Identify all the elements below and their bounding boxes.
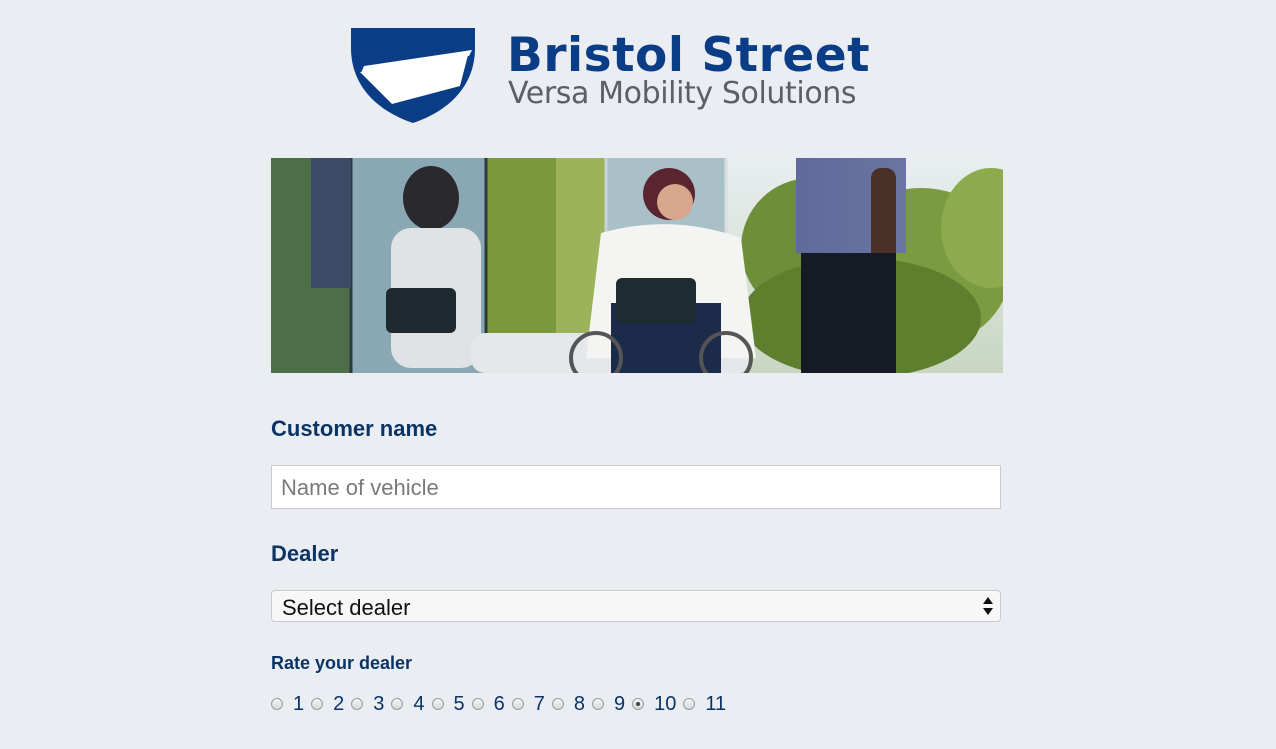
hero-banner-image [271,158,1003,373]
rating-option-5[interactable]: 5 [431,692,472,716]
rating-radio-3[interactable] [351,698,364,710]
rating-label-6: 6 [493,692,505,715]
select-arrows-icon [983,597,993,615]
brand-tagline: Versa Mobility Solutions [508,76,857,111]
rating-label-10: 10 [654,692,677,715]
rating-label-7: 7 [533,692,545,715]
brand-name: Bristol Street [507,28,871,83]
rating-label-2: 2 [333,692,345,715]
rating-group: 1 2 3 4 5 6 7 8 9 10 11 [271,692,733,716]
rating-label-5: 5 [453,692,465,715]
rating-option-10[interactable]: 10 [632,693,683,716]
customer-name-input[interactable] [271,465,1001,509]
rating-label-1: 1 [293,692,305,715]
rating-option-4[interactable]: 4 [391,693,431,716]
banner-photo-icon [271,158,1003,373]
rating-radio-8[interactable] [551,698,564,710]
rating-radio-10[interactable] [632,698,645,710]
rating-option-8[interactable]: 8 [551,692,592,716]
rating-option-7[interactable]: 7 [511,692,552,716]
rating-option-3[interactable]: 3 [351,693,391,716]
rating-option-11[interactable]: 11 [683,693,733,716]
shield-logo-icon [351,28,475,123]
rating-radio-6[interactable] [471,698,484,710]
rating-radio-7[interactable] [511,698,524,710]
rating-option-2[interactable]: 2 [311,693,351,716]
rating-option-1[interactable]: 1 [271,693,311,716]
dealer-select-value: Select dealer [282,595,411,620]
dealer-label: Dealer [271,541,339,566]
rating-label-9: 9 [614,692,626,715]
rating-option-9[interactable]: 9 [592,693,632,716]
brand-logo: Bristol Street Versa Mobility Solutions [350,26,930,126]
rating-radio-1[interactable] [271,698,283,710]
rating-radio-2[interactable] [311,698,324,710]
rating-label-4: 4 [413,692,425,715]
rating-radio-4[interactable] [391,698,404,710]
customer-name-label: Customer name [271,416,438,441]
rating-radio-5[interactable] [431,698,444,710]
rating-label-11: 11 [705,692,727,715]
dealer-select[interactable]: Select dealer [271,590,1001,622]
rating-radio-11[interactable] [683,698,696,710]
rating-radio-9[interactable] [592,698,604,710]
rate-dealer-label: Rate your dealer [271,653,413,673]
rating-option-6[interactable]: 6 [471,692,512,716]
rating-label-8: 8 [573,692,585,715]
rating-label-3: 3 [373,692,385,715]
